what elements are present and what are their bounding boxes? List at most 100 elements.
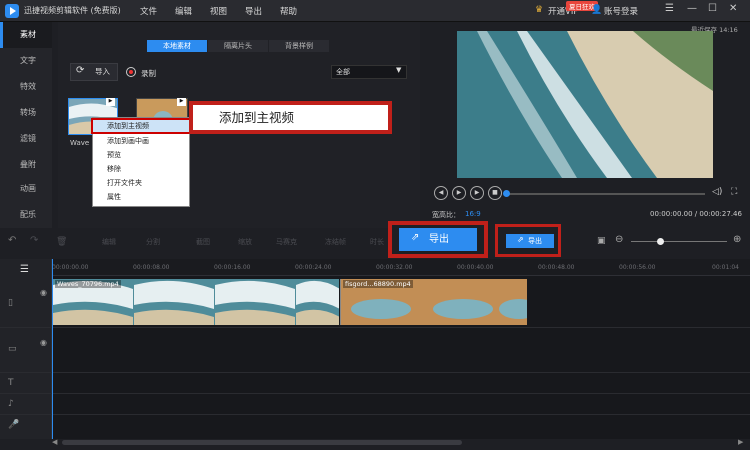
menu-icon[interactable]: ☰ (665, 3, 674, 14)
tool-duration[interactable]: 时长 (370, 237, 384, 247)
eye-icon[interactable]: ◉ (40, 338, 47, 347)
vip-crown-icon: ♛ (535, 5, 544, 15)
track-divider (0, 372, 750, 373)
sidebar-item-material[interactable]: 素材 (0, 22, 52, 48)
sidebar-item-animation[interactable]: 动画 (0, 176, 52, 202)
fullscreen-icon[interactable]: ⛶ (731, 187, 737, 197)
track-divider (0, 393, 750, 394)
sidebar-item-text[interactable]: 文字 (0, 48, 52, 74)
sidebar-item-filters[interactable]: 滤镜 (0, 126, 52, 152)
fit-icon[interactable]: ▣ (597, 236, 606, 246)
next-frame-button[interactable]: ▶ (470, 186, 484, 200)
menu-edit[interactable]: 编辑 (175, 5, 192, 17)
app-title: 迅捷视频剪辑软件 (免费版) (24, 6, 121, 15)
track-divider (0, 414, 750, 415)
track-divider (0, 327, 750, 328)
import-icon: ⟳ (76, 65, 85, 76)
volume-icon[interactable]: ◁) (712, 187, 722, 197)
menu-view[interactable]: 视图 (210, 5, 227, 17)
stop-button[interactable]: ■ (488, 186, 502, 200)
menu-item-properties[interactable]: 属性 (93, 191, 189, 203)
ruler-label: 00:00:48.00 (538, 264, 575, 271)
user-icon: 👤 (591, 5, 603, 15)
eye-icon[interactable]: ◉ (40, 288, 47, 297)
login-button[interactable]: 账号登录 (604, 5, 638, 17)
annotation-callout: 添加到主视频 (189, 101, 392, 134)
sidebar-item-effects[interactable]: 特效 (0, 74, 52, 100)
mic-track-icon: 🎤 (8, 420, 20, 430)
delete-icon[interactable]: 🗑 (56, 237, 67, 247)
zoom-out-icon[interactable]: ⊖ (615, 234, 623, 245)
sidebar-item-transitions[interactable]: 转场 (0, 100, 52, 126)
minimize-icon[interactable]: — (687, 3, 697, 14)
tab-background[interactable]: 背景样例 (269, 40, 329, 52)
tool-zoom[interactable]: 缩放 (238, 237, 252, 247)
tab-intro[interactable]: 隔离片头 (208, 40, 268, 52)
playhead[interactable] (52, 259, 53, 439)
ruler-label: 00:00:00.00 (52, 264, 89, 271)
menu-item-add-to-main[interactable]: 添加到主视频 (91, 118, 191, 134)
aspect-label: 宽高比： (432, 211, 460, 219)
ruler-label: 00:01:04 (712, 264, 739, 271)
close-icon[interactable]: ✕ (729, 3, 737, 14)
ruler-label: 00:00:32.00 (376, 264, 413, 271)
video-track-icon: ▯ (8, 298, 13, 308)
add-track-icon[interactable]: ☰ (20, 264, 29, 275)
menu-help[interactable]: 帮助 (280, 5, 297, 17)
video-type-icon: ▶ (177, 98, 186, 106)
redo-icon[interactable]: ↷ (30, 235, 38, 246)
menu-export[interactable]: 导出 (245, 5, 262, 17)
ruler-label: 00:00:56.00 (619, 264, 656, 271)
export-small-button[interactable]: 导出 (506, 234, 554, 248)
menu-file[interactable]: 文件 (140, 5, 157, 17)
tool-mosaic[interactable]: 马赛克 (276, 237, 297, 247)
scroll-right-icon[interactable]: ▶ (738, 438, 743, 446)
zoom-in-icon[interactable]: ⊕ (733, 234, 741, 245)
sidebar-item-music[interactable]: 配乐 (0, 202, 52, 228)
export-button-highlight: 导出 ⇗ (388, 221, 488, 258)
media-thumb-label: Wave (70, 139, 90, 147)
text-track-icon: T (8, 378, 14, 388)
timeline-scrollbar[interactable] (62, 440, 462, 445)
music-track-icon: ♪ (8, 399, 14, 409)
tool-edit[interactable]: 编辑 (102, 237, 116, 247)
scroll-left-icon[interactable]: ◀ (52, 438, 57, 446)
aspect-value[interactable]: 16:9 (465, 210, 481, 218)
video-type-icon: ▶ (106, 98, 115, 106)
ruler-label: 00:00:08.00 (133, 264, 170, 271)
export-small-highlight: 导出 ⇗ (495, 224, 561, 257)
timeline-clip-waves[interactable]: Waves_70796.mp4 (52, 279, 339, 325)
maximize-icon[interactable]: ☐ (708, 3, 717, 14)
tool-freeze[interactable]: 冻结帧 (325, 237, 346, 247)
video-preview (457, 31, 713, 178)
menu-item-open-folder[interactable]: 打开文件夹 (93, 177, 189, 189)
zoom-handle[interactable] (657, 238, 664, 245)
export-icon: ⇗ (411, 232, 420, 243)
preview-frame (457, 31, 713, 178)
ruler-label: 00:00:16.00 (214, 264, 251, 271)
prev-frame-button[interactable]: ◀ (434, 186, 448, 200)
menu-item-remove[interactable]: 移除 (93, 163, 189, 175)
play-button[interactable]: ▶ (452, 186, 466, 200)
time-display: 00:00:00.00 / 00:00:27.46 (650, 210, 742, 218)
ruler-label: 00:00:24.00 (295, 264, 332, 271)
zoom-slider[interactable] (631, 241, 727, 242)
clip-label: fisgord...68890.mp4 (343, 280, 413, 288)
record-label[interactable]: 录制 (141, 68, 156, 79)
record-icon[interactable] (126, 67, 136, 77)
menu-item-preview[interactable]: 预览 (93, 149, 189, 161)
chevron-down-icon: ▼ (396, 66, 402, 74)
undo-icon[interactable]: ↶ (8, 235, 16, 246)
tab-local-media[interactable]: 本地素材 (147, 40, 207, 52)
tool-screenshot[interactable]: 截图 (196, 237, 210, 247)
ruler-label: 00:00:40.00 (457, 264, 494, 271)
timeline-clip-second[interactable]: fisgord...68890.mp4 (340, 279, 527, 325)
clip-label: Waves_70796.mp4 (55, 280, 121, 288)
export-icon: ⇗ (517, 235, 524, 244)
sidebar-item-overlay[interactable]: 叠附 (0, 152, 52, 178)
pip-track-icon: ▭ (8, 344, 17, 354)
tool-split[interactable]: 分割 (146, 237, 160, 247)
progress-handle[interactable] (503, 190, 510, 197)
playback-progress[interactable] (505, 193, 705, 195)
menu-item-add-pip[interactable]: 添加到画中画 (93, 135, 189, 147)
